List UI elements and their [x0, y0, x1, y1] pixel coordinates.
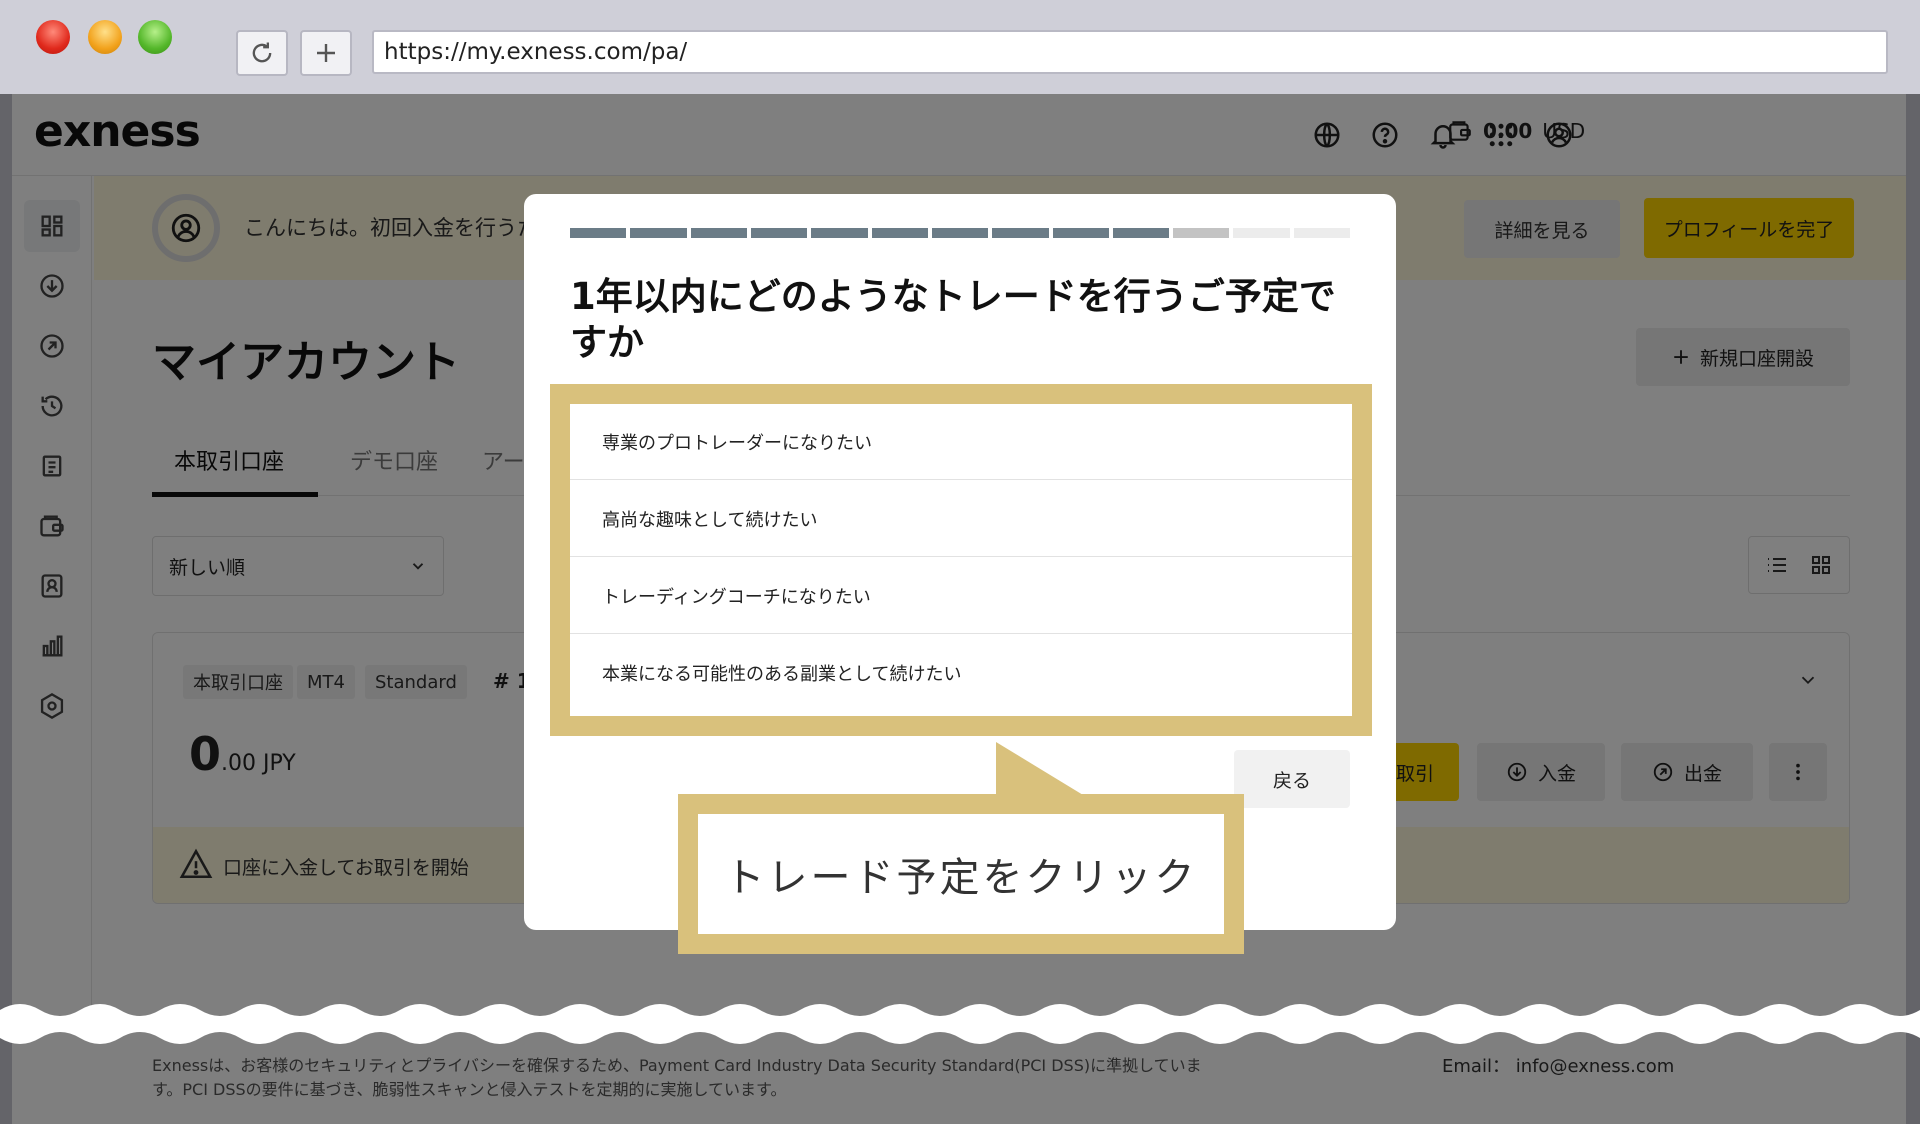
minimize-window-button[interactable]: [88, 20, 122, 54]
back-button[interactable]: 戻る: [1234, 750, 1350, 808]
maximize-window-button[interactable]: [138, 20, 172, 54]
progress-segment: [690, 228, 747, 238]
address-bar[interactable]: https://my.exness.com/pa/: [372, 30, 1888, 74]
option-side-business[interactable]: 本業になる可能性のある副業として続けたい: [570, 635, 1352, 711]
answer-options: 専業のプロトレーダーになりたい 高尚な趣味として続けたい トレーディングコーチに…: [570, 404, 1352, 716]
option-pro-trader[interactable]: 専業のプロトレーダーになりたい: [570, 404, 1352, 480]
progress-segment: [1293, 228, 1351, 238]
progress-segment: [931, 228, 989, 238]
progress-segment: [630, 228, 687, 238]
progress-segment: [1173, 228, 1230, 238]
option-hobby[interactable]: 高尚な趣味として続けたい: [570, 481, 1352, 557]
plus-icon: [317, 44, 335, 62]
option-trading-coach[interactable]: トレーディングコーチになりたい: [570, 558, 1352, 634]
instruction-callout: トレード予定をクリック: [678, 794, 1244, 954]
reload-button[interactable]: [236, 30, 288, 76]
progress-segment: [1233, 228, 1290, 238]
close-window-button[interactable]: [36, 20, 70, 54]
progress-bar: [570, 228, 1351, 238]
progress-segment: [1112, 228, 1170, 238]
modal-question: 1年以内にどのようなトレードを行うご予定ですか: [570, 275, 1336, 364]
browser-chrome: https://my.exness.com/pa/: [0, 0, 1920, 94]
progress-segment: [992, 228, 1049, 238]
progress-segment: [570, 228, 627, 238]
progress-segment: [871, 228, 928, 238]
torn-edge-decoration: [0, 1004, 1920, 1044]
new-tab-button[interactable]: [300, 30, 352, 76]
progress-segment: [750, 228, 808, 238]
progress-segment: [811, 228, 868, 238]
callout-text: トレード予定をクリック: [698, 814, 1224, 934]
reload-icon: [252, 42, 272, 63]
progress-segment: [1052, 228, 1109, 238]
callout-pointer: [996, 742, 1088, 798]
